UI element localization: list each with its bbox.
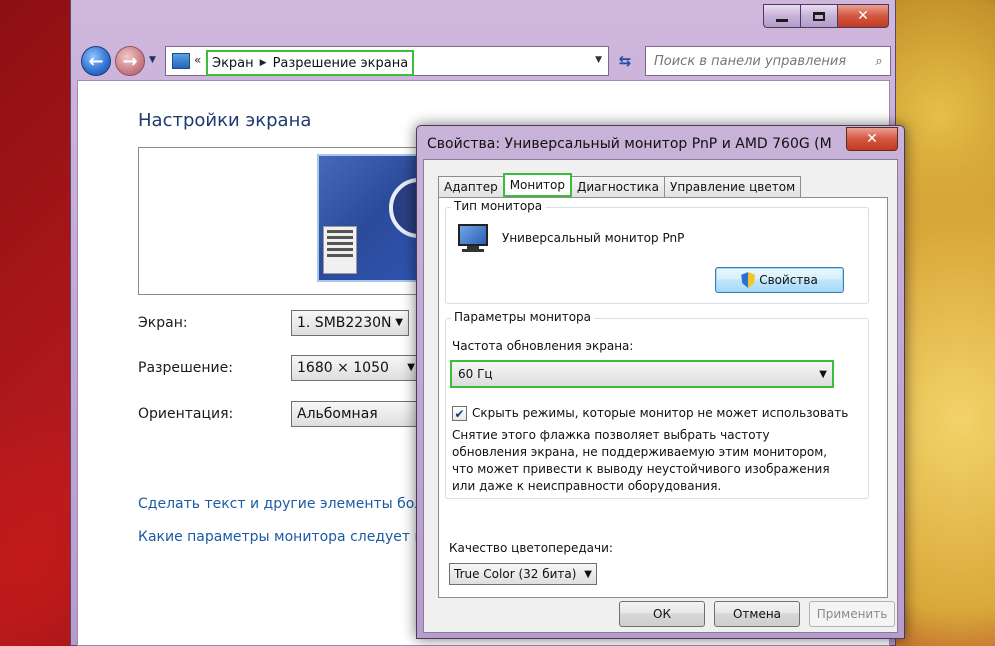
close-button[interactable]: ✕ bbox=[837, 4, 889, 28]
monitor-preview bbox=[138, 147, 449, 295]
dialog-close-button[interactable]: ✕ bbox=[846, 127, 898, 151]
refresh-icon: ⇆ bbox=[618, 52, 632, 70]
hide-modes-label[interactable]: Скрыть режимы, которые монитор не может … bbox=[472, 406, 848, 420]
control-panel-icon bbox=[172, 53, 190, 69]
ok-button[interactable]: ОК bbox=[619, 601, 705, 627]
color-quality-select[interactable]: True Color (32 бита) ▼ bbox=[449, 563, 597, 585]
page-title: Настройки экрана bbox=[138, 110, 312, 131]
monitor-params-group: Параметры монитора Частота обновления эк… bbox=[445, 310, 869, 499]
minimize-icon bbox=[776, 18, 788, 22]
monitor-icon bbox=[456, 224, 490, 254]
checkmark-icon: ✔ bbox=[454, 406, 465, 421]
monitor-type-group-title: Тип монитора bbox=[451, 199, 546, 213]
hide-modes-checkbox[interactable]: ✔ bbox=[452, 406, 467, 421]
tab-monitor[interactable]: Монитор bbox=[502, 173, 572, 197]
back-arrow-icon: ← bbox=[88, 50, 104, 72]
resolution-label: Разрешение: bbox=[138, 360, 233, 376]
close-icon: ✕ bbox=[857, 8, 869, 24]
tab-diagnostics[interactable]: Диагностика bbox=[571, 176, 666, 197]
monitor-name: Универсальный монитор PnP bbox=[502, 231, 685, 245]
uac-shield-icon bbox=[741, 272, 756, 288]
orientation-select[interactable]: Альбомная bbox=[291, 401, 421, 427]
navigation-bar: ← → ▼ « Экран ▶ Разрешение экрана ▼ ⇆ ⌕ bbox=[81, 43, 891, 77]
address-dropdown-icon[interactable]: ▼ bbox=[595, 55, 602, 65]
resolution-select[interactable]: 1680 × 1050 ▼ bbox=[291, 355, 421, 381]
dialog-body: Адаптер Монитор Диагностика Управление ц… bbox=[423, 159, 898, 633]
resolution-select-value: 1680 × 1050 bbox=[297, 360, 389, 376]
search-icon[interactable]: ⌕ bbox=[868, 54, 890, 69]
text-size-link[interactable]: Сделать текст и другие элементы больш bbox=[138, 496, 444, 512]
breadcrumb: Экран ▶ Разрешение экрана bbox=[206, 50, 415, 76]
screen-label: Экран: bbox=[138, 315, 188, 331]
search-box: ⌕ bbox=[645, 46, 891, 76]
chevron-down-icon: ▼ bbox=[819, 369, 827, 380]
back-button[interactable]: ← bbox=[81, 46, 111, 76]
recent-pages-dropdown-icon[interactable]: ▼ bbox=[149, 55, 156, 65]
search-input[interactable] bbox=[646, 49, 868, 73]
tab-bar: Адаптер Монитор Диагностика Управление ц… bbox=[438, 173, 802, 197]
apply-button[interactable]: Применить bbox=[809, 601, 895, 627]
refresh-rate-value: 60 Гц bbox=[458, 367, 493, 381]
dialog-title: Свойства: Универсальный монитор PnP и AM… bbox=[427, 136, 833, 152]
monitor-properties-button[interactable]: Свойства bbox=[715, 267, 844, 293]
address-bar[interactable]: « Экран ▶ Разрешение экрана ▼ bbox=[165, 46, 609, 76]
monitor-preview-icon[interactable] bbox=[317, 154, 449, 282]
color-quality-value: True Color (32 бита) bbox=[454, 567, 577, 581]
monitor-type-group: Тип монитора Универсальный монитор PnP С… bbox=[445, 199, 869, 304]
chevron-down-icon: ▼ bbox=[395, 317, 403, 328]
orientation-select-value: Альбомная bbox=[297, 406, 378, 422]
breadcrumb-item-screen[interactable]: Экран bbox=[212, 56, 254, 71]
monitor-settings-help-link[interactable]: Какие параметры монитора следует вы bbox=[138, 529, 434, 545]
window-preview-icon bbox=[323, 226, 357, 274]
monitor-tab-panel: Тип монитора Универсальный монитор PnP С… bbox=[438, 197, 888, 598]
close-icon: ✕ bbox=[866, 131, 878, 147]
monitor-properties-button-label: Свойства bbox=[759, 273, 818, 287]
color-quality-label: Качество цветопередачи: bbox=[449, 541, 613, 555]
tab-color-management[interactable]: Управление цветом bbox=[664, 176, 802, 197]
forward-arrow-icon: → bbox=[122, 50, 138, 72]
refresh-rate-label: Частота обновления экрана: bbox=[452, 339, 634, 353]
forward-button[interactable]: → bbox=[115, 46, 145, 76]
refresh-rate-select[interactable]: 60 Гц ▼ bbox=[450, 360, 834, 388]
monitor-properties-dialog: Свойства: Универсальный монитор PnP и AM… bbox=[416, 125, 905, 639]
window-controls: ✕ bbox=[763, 4, 889, 28]
maximize-icon bbox=[813, 11, 825, 21]
monitor-params-group-title: Параметры монитора bbox=[451, 310, 595, 324]
chevron-down-icon: ▼ bbox=[584, 569, 592, 580]
maximize-button[interactable] bbox=[800, 4, 838, 28]
tab-adapter[interactable]: Адаптер bbox=[438, 176, 504, 197]
minimize-button[interactable] bbox=[763, 4, 801, 28]
hide-modes-description: Снятие этого флажка позволяет выбрать ча… bbox=[452, 428, 830, 493]
chevron-down-icon: ▼ bbox=[407, 362, 415, 373]
screen-select-value: 1. SMB2230N bbox=[297, 315, 392, 331]
chevron-double-icon[interactable]: « bbox=[194, 53, 201, 67]
cancel-button[interactable]: Отмена bbox=[714, 601, 800, 627]
chevron-right-icon[interactable]: ▶ bbox=[260, 58, 267, 68]
refresh-button[interactable]: ⇆ bbox=[613, 46, 637, 76]
orientation-label: Ориентация: bbox=[138, 406, 234, 422]
breadcrumb-item-resolution[interactable]: Разрешение экрана bbox=[273, 56, 409, 71]
screen-select[interactable]: 1. SMB2230N ▼ bbox=[291, 310, 409, 336]
